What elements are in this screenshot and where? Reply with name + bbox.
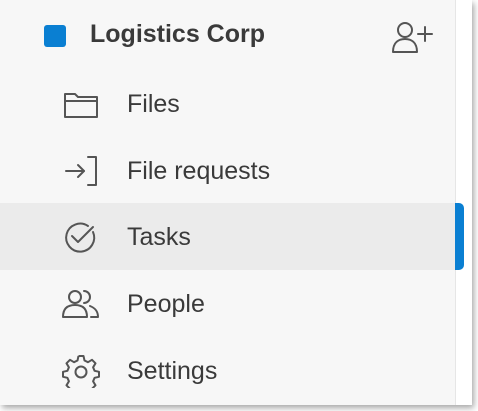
sidebar-item-label: Files — [127, 90, 180, 118]
add-user-icon — [392, 22, 433, 53]
add-member-button[interactable] — [390, 18, 434, 56]
sidebar-item-settings[interactable]: Settings — [0, 337, 455, 404]
sidebar-item-label: People — [127, 290, 205, 318]
sidebar-item-label: File requests — [127, 157, 271, 185]
sidebar: Logistics Corp Files File requests Tasks… — [0, 0, 455, 405]
file-request-icon — [60, 154, 102, 188]
team-header: Logistics Corp — [0, 0, 455, 70]
app-window: Logistics Corp Files File requests Tasks… — [0, 0, 472, 405]
people-icon — [60, 287, 102, 321]
sidebar-item-tasks[interactable]: Tasks — [0, 203, 455, 270]
team-color-swatch — [44, 25, 66, 47]
gear-icon — [60, 354, 102, 388]
sidebar-item-label: Settings — [127, 357, 218, 385]
active-item-indicator — [455, 203, 464, 270]
sidebar-item-file-requests[interactable]: File requests — [0, 137, 455, 204]
sidebar-item-people[interactable]: People — [0, 270, 455, 337]
sidebar-item-files[interactable]: Files — [0, 70, 455, 137]
team-name[interactable]: Logistics Corp — [90, 20, 265, 49]
sidebar-item-label: Tasks — [127, 223, 191, 251]
check-circle-icon — [60, 220, 102, 254]
folder-icon — [60, 87, 102, 121]
